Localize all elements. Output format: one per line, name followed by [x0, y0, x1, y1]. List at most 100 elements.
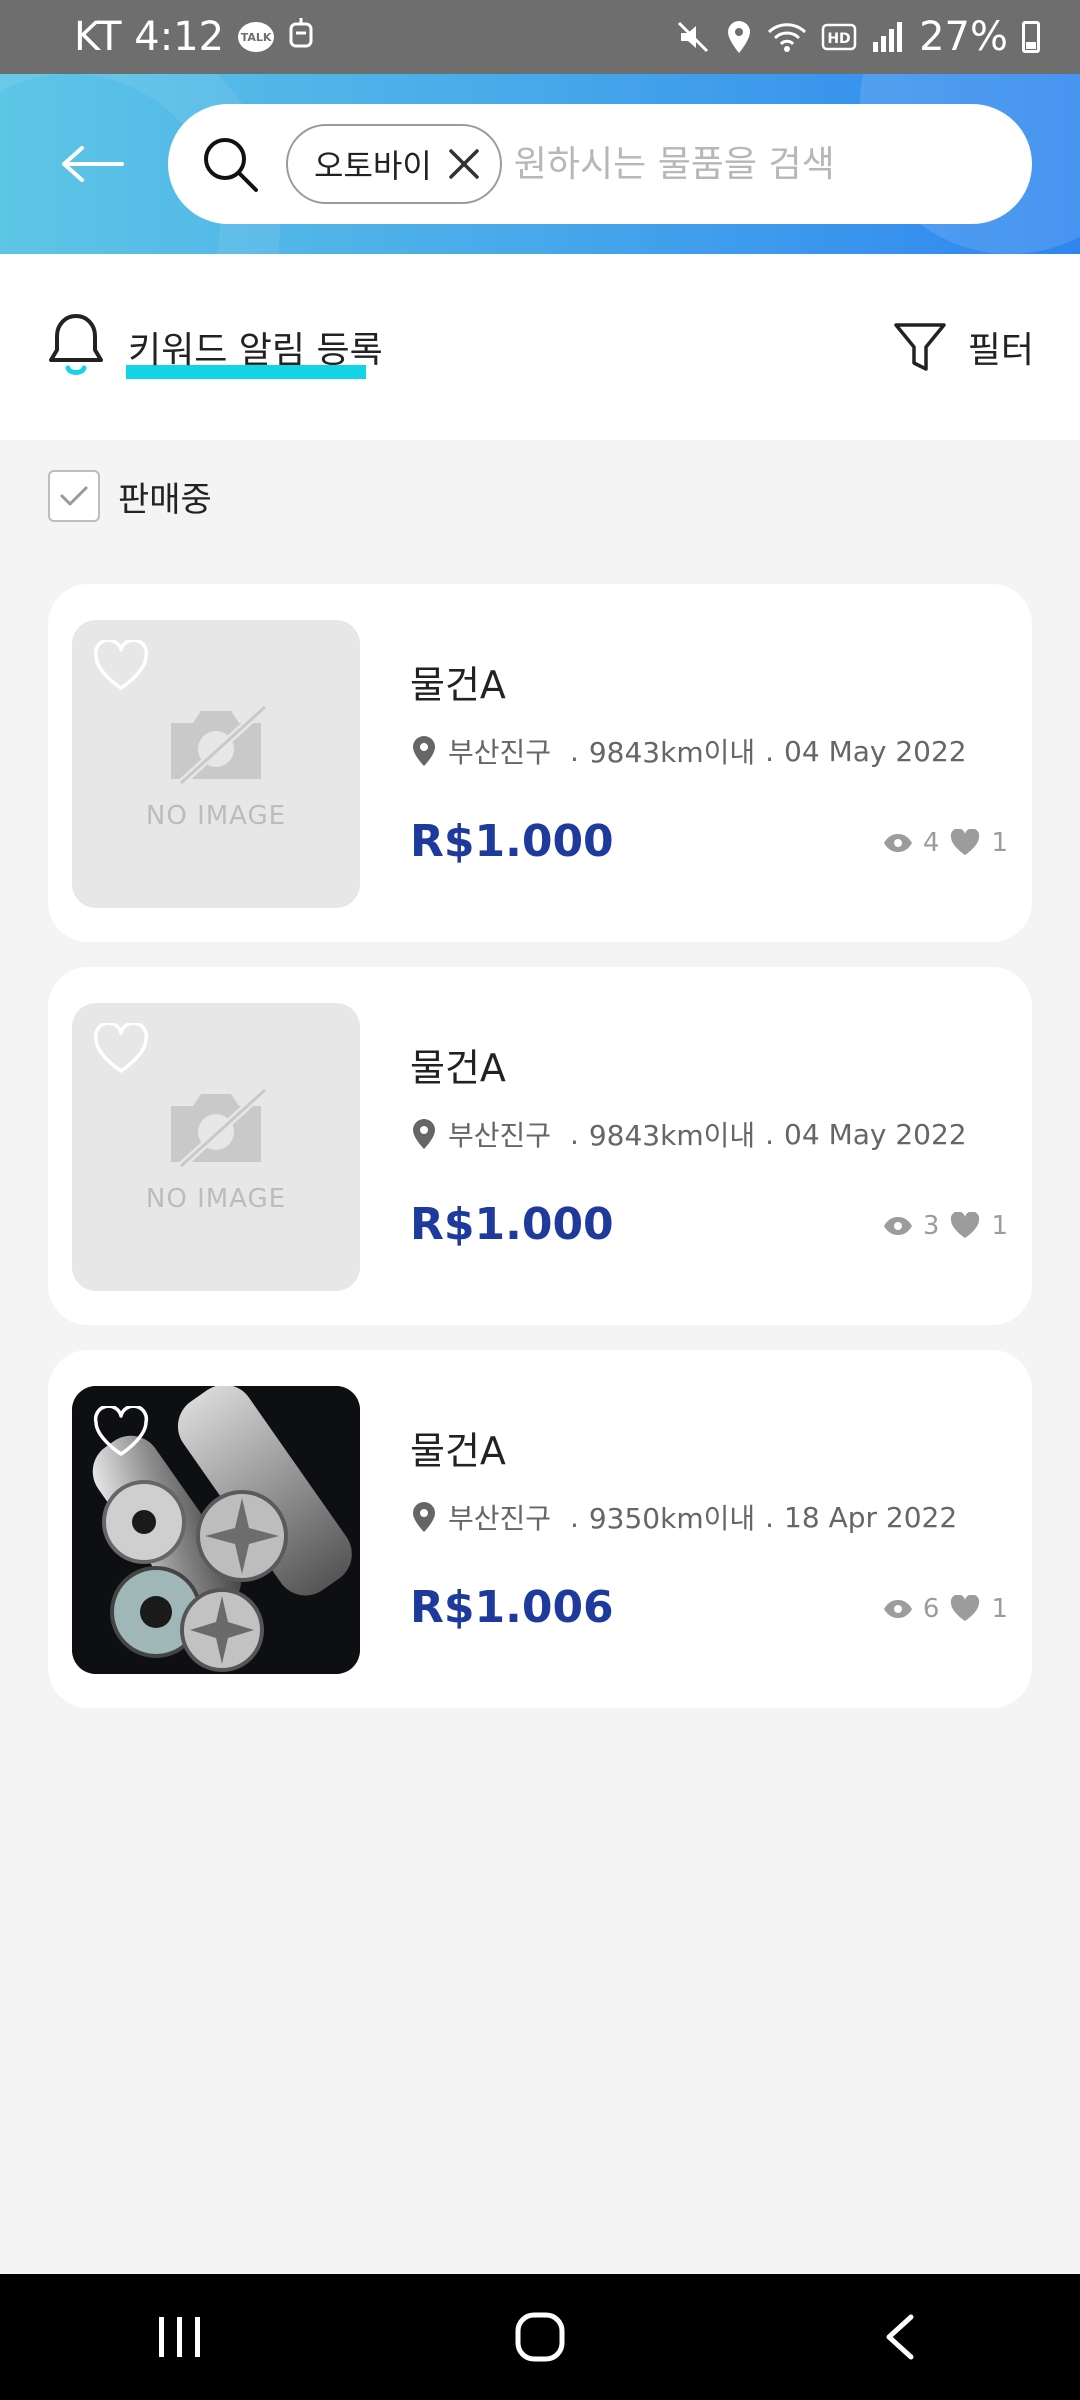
- signal-icon: [871, 20, 905, 54]
- talk-icon: TALK: [238, 22, 275, 52]
- svg-text:HD: HD: [827, 31, 850, 47]
- keyword-chip[interactable]: 오토바이: [286, 124, 502, 204]
- wifi-icon: [767, 20, 807, 54]
- listing-card[interactable]: NO IMAGE 물건A 부산진구 . 9843km이내 . 04 May 20…: [48, 967, 1032, 1325]
- heart-icon: [951, 1595, 980, 1621]
- meta-separator: .: [765, 1500, 775, 1534]
- home-icon: [515, 2312, 565, 2362]
- eye-icon: [883, 1600, 912, 1618]
- chevron-left-icon: [886, 2314, 914, 2360]
- listing-date: 04 May 2022: [784, 1117, 967, 1151]
- bell-icon[interactable]: [46, 312, 106, 382]
- search-input[interactable]: [513, 143, 844, 185]
- arrow-left-icon: [62, 146, 124, 182]
- recent-apps-button[interactable]: [120, 2292, 240, 2382]
- location-icon: [725, 19, 753, 55]
- location-pin-icon: [413, 1119, 435, 1149]
- selling-label: 판매중: [118, 479, 212, 520]
- listing-price: R$1.000: [410, 816, 614, 867]
- heart-icon: [951, 829, 980, 855]
- keyword-chip-label: 오토바이: [314, 147, 432, 185]
- favorite-heart-icon[interactable]: [92, 1404, 150, 1460]
- view-count: 4: [922, 828, 940, 858]
- meta-separator: .: [561, 1500, 579, 1534]
- view-count: 3: [922, 1211, 940, 1241]
- listing-title: 물건A: [410, 663, 506, 707]
- location-pin-icon: [413, 1502, 435, 1532]
- keyword-alert-button[interactable]: 키워드 알림 등록: [126, 321, 385, 379]
- listing-stats: 4 1: [883, 828, 1008, 858]
- carrier-time: KT 4:12: [74, 14, 225, 60]
- no-image-icon: [171, 704, 268, 786]
- meta-separator: .: [561, 734, 579, 768]
- search-box[interactable]: 오토바이: [168, 104, 1032, 224]
- listing-thumbnail[interactable]: NO IMAGE: [72, 620, 360, 908]
- listing-stats: 3 1: [883, 1211, 1008, 1241]
- hd-icon: HD: [821, 22, 857, 52]
- listing-meta: 부산진구 . 9843km이내 . 04 May 2022: [410, 1114, 1010, 1154]
- mute-icon: [675, 19, 711, 55]
- keyword-alert-row: 키워드 알림 등록 필터: [0, 254, 1080, 440]
- like-count: 1: [991, 828, 1008, 858]
- listing-info: 물건A 부산진구 . 9843km이내 . 04 May 2022: [410, 654, 1010, 771]
- like-count: 1: [991, 1211, 1008, 1241]
- recent-apps-icon: [159, 2317, 200, 2357]
- listing-card[interactable]: NO IMAGE 물건A 부산진구 . 9843km이내 . 04 May 20…: [48, 584, 1032, 942]
- listing-distance: 9350km이내: [588, 1502, 756, 1535]
- filter-label: 필터: [967, 330, 1034, 371]
- location-pin-icon: [413, 736, 435, 766]
- close-icon[interactable]: [442, 142, 486, 186]
- back-button[interactable]: [56, 132, 128, 196]
- screen: KT 4:12 TALK HD 27% 오토바이 원하시는 물품을 검색 키워드…: [0, 0, 1080, 2400]
- no-image-text: NO IMAGE: [145, 801, 287, 831]
- selling-filter[interactable]: 판매중: [48, 470, 212, 522]
- status-left: KT 4:12 TALK: [74, 14, 314, 60]
- listing-distance: 9843km이내: [588, 736, 756, 769]
- status-bar: KT 4:12 TALK HD 27%: [0, 0, 1080, 74]
- listing-location: 부산진구: [448, 1119, 552, 1152]
- listing-card[interactable]: 물건A 부산진구 . 9350km이내 . 18 Apr 2022 R$1.00…: [48, 1350, 1032, 1708]
- eye-icon: [883, 1217, 912, 1235]
- listing-info: 물건A 부산진구 . 9843km이내 . 04 May 2022: [410, 1037, 1010, 1154]
- listing-thumbnail[interactable]: [72, 1386, 360, 1674]
- listing-date: 18 Apr 2022: [784, 1500, 958, 1534]
- favorite-heart-icon[interactable]: [92, 638, 150, 694]
- search-icon[interactable]: [198, 132, 262, 196]
- eye-icon: [883, 834, 912, 852]
- listing-location: 부산진구: [448, 1502, 552, 1535]
- keyword-alert-label: 키워드 알림 등록: [128, 330, 383, 371]
- heart-icon: [951, 1212, 980, 1238]
- listing-location: 부산진구: [448, 736, 552, 769]
- listing-price: R$1.006: [410, 1582, 614, 1633]
- listing-thumbnail[interactable]: NO IMAGE: [72, 1003, 360, 1291]
- like-count: 1: [991, 1594, 1008, 1624]
- meta-separator: .: [765, 1117, 775, 1151]
- no-image-text: NO IMAGE: [145, 1184, 287, 1214]
- filter-button[interactable]: 필터: [892, 319, 1034, 375]
- system-nav-bar: [0, 2274, 1080, 2400]
- check-icon: [60, 486, 88, 506]
- filter-icon: [894, 323, 946, 371]
- system-back-button[interactable]: [840, 2292, 960, 2382]
- listing-meta: 부산진구 . 9350km이내 . 18 Apr 2022: [410, 1497, 1010, 1537]
- status-right: HD 27%: [675, 14, 1040, 60]
- robot-icon: [288, 14, 314, 60]
- listing-price: R$1.000: [410, 1199, 614, 1250]
- listing-title: 물건A: [410, 1046, 506, 1090]
- listing-distance: 9843km이내: [588, 1119, 756, 1152]
- search-header: 오토바이: [0, 74, 1080, 254]
- favorite-heart-icon[interactable]: [92, 1021, 150, 1077]
- selling-checkbox[interactable]: [48, 470, 100, 522]
- listing-title: 물건A: [410, 1429, 506, 1473]
- no-image-icon: [171, 1087, 268, 1169]
- home-button[interactable]: [480, 2292, 600, 2382]
- meta-separator: .: [561, 1117, 579, 1151]
- listing-stats: 6 1: [883, 1594, 1008, 1624]
- view-count: 6: [922, 1594, 940, 1624]
- battery-percent: 27%: [919, 14, 1008, 60]
- meta-separator: .: [765, 734, 775, 768]
- listing-date: 04 May 2022: [784, 734, 967, 768]
- listing-meta: 부산진구 . 9843km이내 . 04 May 2022: [410, 731, 1010, 771]
- listing-info: 물건A 부산진구 . 9350km이내 . 18 Apr 2022: [410, 1420, 1010, 1537]
- battery-icon: [1022, 21, 1040, 53]
